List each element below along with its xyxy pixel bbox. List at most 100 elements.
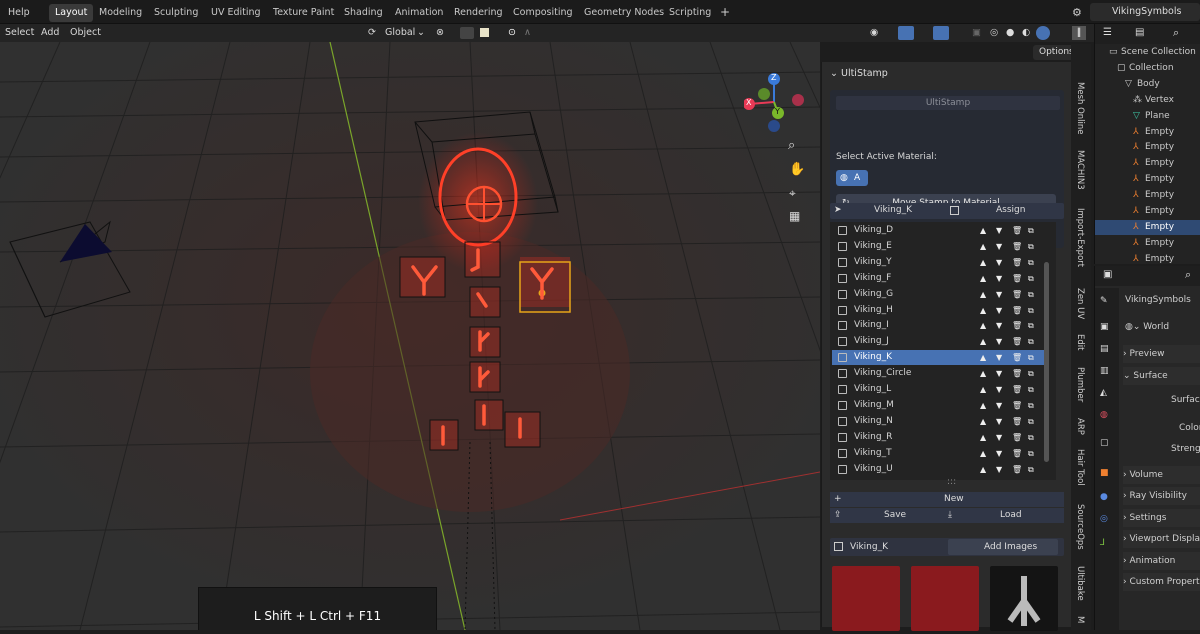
data-tab-icon[interactable]: ⅃ <box>1100 538 1105 548</box>
outliner-item[interactable]: ⅄ Empty <box>1095 219 1200 235</box>
delete-icon[interactable]: 🗑 <box>1012 303 1022 318</box>
tab-layout[interactable]: Layout <box>49 4 94 22</box>
section-viewport-display[interactable]: › Viewport Display <box>1123 530 1200 548</box>
stamp-list-item[interactable]: Viking_N ▲ ▼ 🗑 ⧉ <box>832 414 1044 429</box>
solid-shading-icon[interactable]: ● <box>1006 26 1014 40</box>
duplicate-icon[interactable]: ⧉ <box>1028 239 1034 254</box>
move-down-icon[interactable]: ▼ <box>996 271 1002 286</box>
tab-sculpting[interactable]: Sculpting <box>148 4 204 22</box>
stamp-list-item[interactable]: Viking_E ▲ ▼ 🗑 ⧉ <box>832 239 1044 254</box>
duplicate-icon[interactable]: ⧉ <box>1028 414 1034 429</box>
outliner-item[interactable]: ⅄ Empty <box>1095 252 1200 267</box>
falloff-icon[interactable]: ∧ <box>524 26 531 40</box>
stamp-list[interactable]: Viking_D ▲ ▼ 🗑 ⧉ Viking_E ▲ ▼ 🗑 ⧉ Viking_Y ▲ ▼ 🗑 ⧉ Viki… <box>830 222 1056 480</box>
tab-compositing[interactable]: Compositing <box>507 4 579 22</box>
panel-title[interactable]: ⌄ UltiStamp <box>830 68 888 79</box>
stamp-list-item[interactable]: Viking_M ▲ ▼ 🗑 ⧉ <box>832 398 1044 413</box>
outliner-item[interactable]: ⅄ Empty <box>1095 156 1200 171</box>
move-up-icon[interactable]: ▲ <box>980 462 986 477</box>
delete-icon[interactable]: 🗑 <box>1012 366 1022 381</box>
tab-animation[interactable]: Animation <box>389 4 449 22</box>
3d-viewport[interactable]: Z Y X ⌕ ✋ ⌖ ▦ L Shift + L Ctrl + F11 <box>0 42 820 630</box>
stamp-thumbnail[interactable] <box>990 566 1058 631</box>
move-up-icon[interactable]: ▲ <box>980 255 986 270</box>
menu-select[interactable]: Select <box>5 26 34 40</box>
delete-icon[interactable]: 🗑 <box>1012 334 1022 349</box>
new-stamp-button[interactable]: + New <box>830 492 1064 507</box>
stamp-list-item[interactable]: Viking_H ▲ ▼ 🗑 ⧉ <box>832 303 1044 318</box>
world-tab-icon[interactable]: ◍ <box>1100 410 1108 420</box>
tab-uv-editing[interactable]: UV Editing <box>205 4 267 22</box>
zoom-icon[interactable]: ⌕ <box>788 138 795 153</box>
stamp-list-item[interactable]: Viking_D ▲ ▼ 🗑 ⧉ <box>832 223 1044 238</box>
menu-help[interactable]: Help <box>8 5 30 20</box>
move-up-icon[interactable]: ▲ <box>980 430 986 445</box>
tab-import-export[interactable]: Import-Export <box>1075 208 1085 267</box>
scene-icon[interactable]: ⚙ <box>1072 5 1082 20</box>
section-ray-visibility[interactable]: › Ray Visibility <box>1123 487 1200 505</box>
move-up-icon[interactable]: ▲ <box>980 287 986 302</box>
assign-button[interactable]: Assign <box>996 205 1025 215</box>
stamp-list-item[interactable]: Viking_F ▲ ▼ 🗑 ⧉ <box>832 271 1044 286</box>
outliner-item[interactable]: ⅄ Empty <box>1095 140 1200 155</box>
list-scrollbar[interactable] <box>1044 262 1049 462</box>
duplicate-icon[interactable]: ⧉ <box>1028 287 1034 302</box>
duplicate-icon[interactable]: ⧉ <box>1028 303 1034 318</box>
tab-zen-uv[interactable]: Zen UV <box>1075 288 1085 319</box>
delete-icon[interactable]: 🗑 <box>1012 430 1022 445</box>
tool-tab-icon[interactable]: ✎ <box>1100 296 1108 306</box>
move-down-icon[interactable]: ▼ <box>996 350 1002 365</box>
duplicate-icon[interactable]: ⧉ <box>1028 223 1034 238</box>
outliner-item[interactable]: ⅄ Empty <box>1095 125 1200 140</box>
search-icon[interactable]: ⌕ <box>1173 26 1179 40</box>
outliner-item[interactable]: ⅄ Empty <box>1095 204 1200 219</box>
pause-icon[interactable]: ∥ <box>1072 26 1086 40</box>
xray-icon[interactable]: ▣ <box>972 26 981 40</box>
move-down-icon[interactable]: ▼ <box>996 255 1002 270</box>
snap-icon[interactable] <box>460 27 474 39</box>
move-down-icon[interactable]: ▼ <box>996 462 1002 477</box>
move-up-icon[interactable]: ▲ <box>980 239 986 254</box>
delete-icon[interactable]: 🗑 <box>1012 255 1022 270</box>
duplicate-icon[interactable]: ⧉ <box>1028 462 1034 477</box>
delete-icon[interactable]: 🗑 <box>1012 398 1022 413</box>
move-up-icon[interactable]: ▲ <box>980 318 986 333</box>
outliner-item[interactable]: ⁂ Vertex <box>1095 93 1200 108</box>
stamp-list-item[interactable]: Viking_K ▲ ▼ 🗑 ⧉ <box>832 350 1044 366</box>
delete-icon[interactable]: 🗑 <box>1012 350 1022 365</box>
outliner-item[interactable]: ▽ Plane <box>1095 109 1200 124</box>
move-down-icon[interactable]: ▼ <box>996 223 1002 238</box>
physics-tab-icon[interactable]: ● <box>1100 492 1108 502</box>
duplicate-icon[interactable]: ⧉ <box>1028 446 1034 461</box>
delete-icon[interactable]: 🗑 <box>1012 414 1022 429</box>
duplicate-icon[interactable]: ⧉ <box>1028 398 1034 413</box>
pivot-icon[interactable]: ⊗ <box>436 26 444 40</box>
section-preview[interactable]: › Preview <box>1123 345 1200 363</box>
constraints-tab-icon[interactable]: ◎ <box>1100 514 1108 524</box>
render-tab-icon[interactable]: ▣ <box>1100 322 1109 332</box>
delete-icon[interactable]: 🗑 <box>1012 318 1022 333</box>
move-down-icon[interactable]: ▼ <box>996 382 1002 397</box>
tab-sourceops[interactable]: SourceOps <box>1075 504 1085 550</box>
duplicate-icon[interactable]: ⧉ <box>1028 382 1034 397</box>
stamp-thumbnail[interactable] <box>832 566 900 631</box>
duplicate-icon[interactable]: ⧉ <box>1028 350 1034 365</box>
outliner-item[interactable]: ▢ Collection <box>1095 61 1200 76</box>
world-selector[interactable]: ◍⌄ World <box>1125 318 1200 336</box>
orientation-dropdown[interactable]: Global <box>385 26 415 40</box>
tab-arp[interactable]: ARP <box>1075 418 1085 435</box>
move-down-icon[interactable]: ▼ <box>996 303 1002 318</box>
duplicate-icon[interactable]: ⧉ <box>1028 255 1034 270</box>
move-up-icon[interactable]: ▲ <box>980 446 986 461</box>
stamp-list-item[interactable]: Viking_T ▲ ▼ 🗑 ⧉ <box>832 446 1044 461</box>
menu-add[interactable]: Add <box>41 26 59 40</box>
stamp-list-item[interactable]: Viking_I ▲ ▼ 🗑 ⧉ <box>832 318 1044 333</box>
delete-icon[interactable]: 🗑 <box>1012 446 1022 461</box>
duplicate-icon[interactable]: ⧉ <box>1028 271 1034 286</box>
stamp-list-item[interactable]: Viking_G ▲ ▼ 🗑 ⧉ <box>832 287 1044 302</box>
list-resize-handle[interactable]: ::: <box>947 477 956 487</box>
editor-type-icon[interactable]: ▣ <box>1103 269 1112 280</box>
filter-icon[interactable]: ▤ <box>1135 27 1144 38</box>
overlay-toggle-icon[interactable] <box>933 26 949 40</box>
move-up-icon[interactable]: ▲ <box>980 223 986 238</box>
